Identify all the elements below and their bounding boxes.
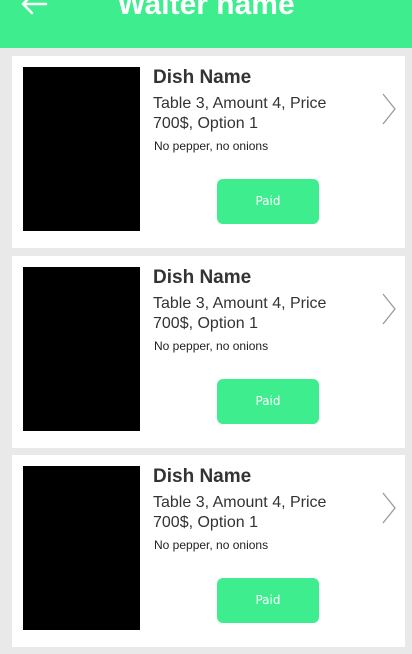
paid-button[interactable]: Paid <box>217 179 319 224</box>
paid-button[interactable]: Paid <box>217 379 319 424</box>
dish-name: Dish Name <box>153 267 252 288</box>
dish-name: Dish Name <box>153 67 252 88</box>
dish-image <box>23 67 140 231</box>
page-title: Waiter name <box>117 0 295 21</box>
app-header: Waiter name <box>0 0 412 48</box>
dish-image <box>23 267 140 431</box>
chevron-right-icon[interactable] <box>380 292 398 326</box>
dish-details: Table 3, Amount 4, Price 700$, Option 1 <box>153 295 327 332</box>
order-card[interactable]: Dish Name Table 3, Amount 4, Price 700$,… <box>12 56 405 248</box>
chevron-right-icon[interactable] <box>380 491 398 525</box>
dish-note: No pepper, no onions <box>154 139 269 153</box>
dish-name: Dish Name <box>153 466 252 487</box>
order-card[interactable]: Dish Name Table 3, Amount 4, Price 700$,… <box>12 256 405 448</box>
dish-image <box>23 466 140 630</box>
chevron-right-icon[interactable] <box>380 92 398 126</box>
dish-note: No pepper, no onions <box>154 339 269 353</box>
dish-note: No pepper, no onions <box>154 538 269 552</box>
order-card[interactable]: Dish Name Table 3, Amount 4, Price 700$,… <box>12 455 405 647</box>
dish-details: Table 3, Amount 4, Price 700$, Option 1 <box>153 494 327 531</box>
dish-details: Table 3, Amount 4, Price 700$, Option 1 <box>153 95 327 132</box>
paid-button[interactable]: Paid <box>217 578 319 623</box>
